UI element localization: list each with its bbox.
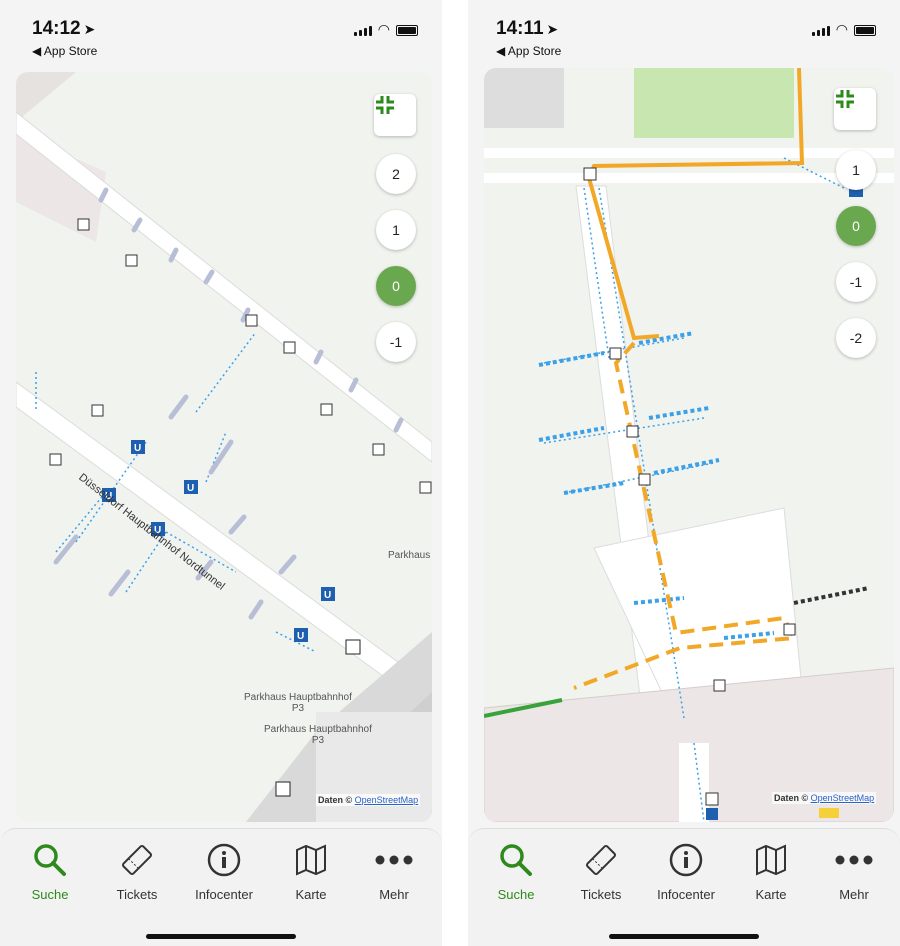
tab-infocenter[interactable]: Infocenter <box>646 839 726 902</box>
tab-mehr[interactable]: Mehr <box>354 839 434 902</box>
tab-label: Karte <box>295 887 327 902</box>
tab-tickets[interactable]: Tickets <box>97 839 177 902</box>
tab-bar: Suche Tickets Infocenter Karte Mehr <box>468 828 900 946</box>
tab-label: Tickets <box>580 887 622 902</box>
info-icon <box>207 843 241 877</box>
tab-suche[interactable]: Suche <box>476 839 556 902</box>
back-label: App Store <box>507 44 562 58</box>
tab-mehr[interactable]: Mehr <box>814 839 894 902</box>
tab-label: Tickets <box>116 887 158 902</box>
tab-label: Mehr <box>379 887 409 902</box>
info-icon <box>669 843 703 877</box>
level-button-1[interactable]: 1 <box>836 150 876 190</box>
search-icon <box>500 844 532 876</box>
map-label-parkhaus: Parkhaus <box>388 550 431 561</box>
battery-icon <box>854 25 876 36</box>
tab-karte[interactable]: Karte <box>271 839 351 902</box>
map-icon <box>756 844 786 876</box>
collapse-icon <box>836 90 854 108</box>
osm-link[interactable]: OpenStreetMap <box>811 793 875 803</box>
collapse-map-button[interactable] <box>834 88 876 130</box>
indoor-map[interactable]: UUU UUU Düsseldorf Hauptbahnhof Nordtunn… <box>16 72 432 822</box>
tab-label: Suche <box>497 887 535 902</box>
tab-infocenter[interactable]: Infocenter <box>184 839 264 902</box>
tab-bar: Suche Tickets Infocenter Karte Mehr <box>0 828 442 946</box>
home-indicator[interactable] <box>609 934 759 939</box>
level-button-minus-2[interactable]: -2 <box>836 318 876 358</box>
map-canvas: UUU UUU Düsseldorf Hauptbahnhof Nordtunn… <box>16 72 432 822</box>
collapse-map-button[interactable] <box>374 94 416 136</box>
wifi-icon: ◠ <box>377 21 390 37</box>
map-label-parkhaus-1: Parkhaus Hauptbahnhof P3 <box>244 692 352 714</box>
tab-label: Infocenter <box>657 887 715 902</box>
status-indicators: ◠ <box>353 21 418 37</box>
tab-label: Infocenter <box>195 887 253 902</box>
back-to-app-store[interactable]: ◀ App Store <box>496 44 561 58</box>
map-attribution: Daten © OpenStreetMap <box>772 792 877 804</box>
tab-label: Suche <box>31 887 69 902</box>
tab-karte[interactable]: Karte <box>731 839 811 902</box>
status-time: 14:11 ➤ <box>496 18 559 39</box>
collapse-icon <box>376 96 394 114</box>
tab-tickets[interactable]: Tickets <box>561 839 641 902</box>
phone-screen-left: 14:12 ➤ ◀ App Store ◠ U U U U U U Düssel… <box>0 0 442 946</box>
map-icon <box>296 844 326 876</box>
svg-text:U: U <box>324 590 331 601</box>
svg-text:U: U <box>187 483 194 494</box>
wifi-icon: ◠ <box>835 21 848 37</box>
map-canvas <box>484 68 894 822</box>
phone-screen-right: 14:11 ➤ ◀ App Store ◠ 1 0 -1 -2 Daten © … <box>468 0 900 946</box>
tab-label: Karte <box>755 887 787 902</box>
more-icon <box>375 855 413 865</box>
signal-icon <box>811 26 830 36</box>
tab-suche[interactable]: Suche <box>10 839 90 902</box>
osm-link[interactable]: OpenStreetMap <box>355 795 419 805</box>
status-bar: 14:11 ➤ ◀ App Store ◠ <box>468 0 900 62</box>
level-button-minus-1[interactable]: -1 <box>836 262 876 302</box>
back-label: App Store <box>43 44 98 58</box>
indoor-map[interactable]: 1 0 -1 -2 Daten © OpenStreetMap <box>484 68 894 822</box>
search-icon <box>34 844 66 876</box>
map-attribution: Daten © OpenStreetMap <box>316 794 421 806</box>
level-button-0[interactable]: 0 <box>376 266 416 306</box>
tab-label: Mehr <box>839 887 869 902</box>
svg-text:U: U <box>134 443 141 454</box>
home-indicator[interactable] <box>146 934 296 939</box>
level-button-2[interactable]: 2 <box>376 154 416 194</box>
back-to-app-store[interactable]: ◀ App Store <box>32 44 97 58</box>
level-button-minus-1[interactable]: -1 <box>376 322 416 362</box>
svg-text:U: U <box>297 631 304 642</box>
more-icon <box>835 855 873 865</box>
level-button-0[interactable]: 0 <box>836 206 876 246</box>
signal-icon <box>353 26 372 36</box>
ticket-icon <box>121 844 153 876</box>
map-label-parkhaus-2: Parkhaus Hauptbahnhof P3 <box>264 724 372 746</box>
level-button-1[interactable]: 1 <box>376 210 416 250</box>
ticket-icon <box>585 844 617 876</box>
status-bar: 14:12 ➤ ◀ App Store ◠ <box>0 0 442 62</box>
status-time: 14:12 ➤ <box>32 18 96 39</box>
battery-icon <box>396 25 418 36</box>
status-indicators: ◠ <box>811 21 876 37</box>
